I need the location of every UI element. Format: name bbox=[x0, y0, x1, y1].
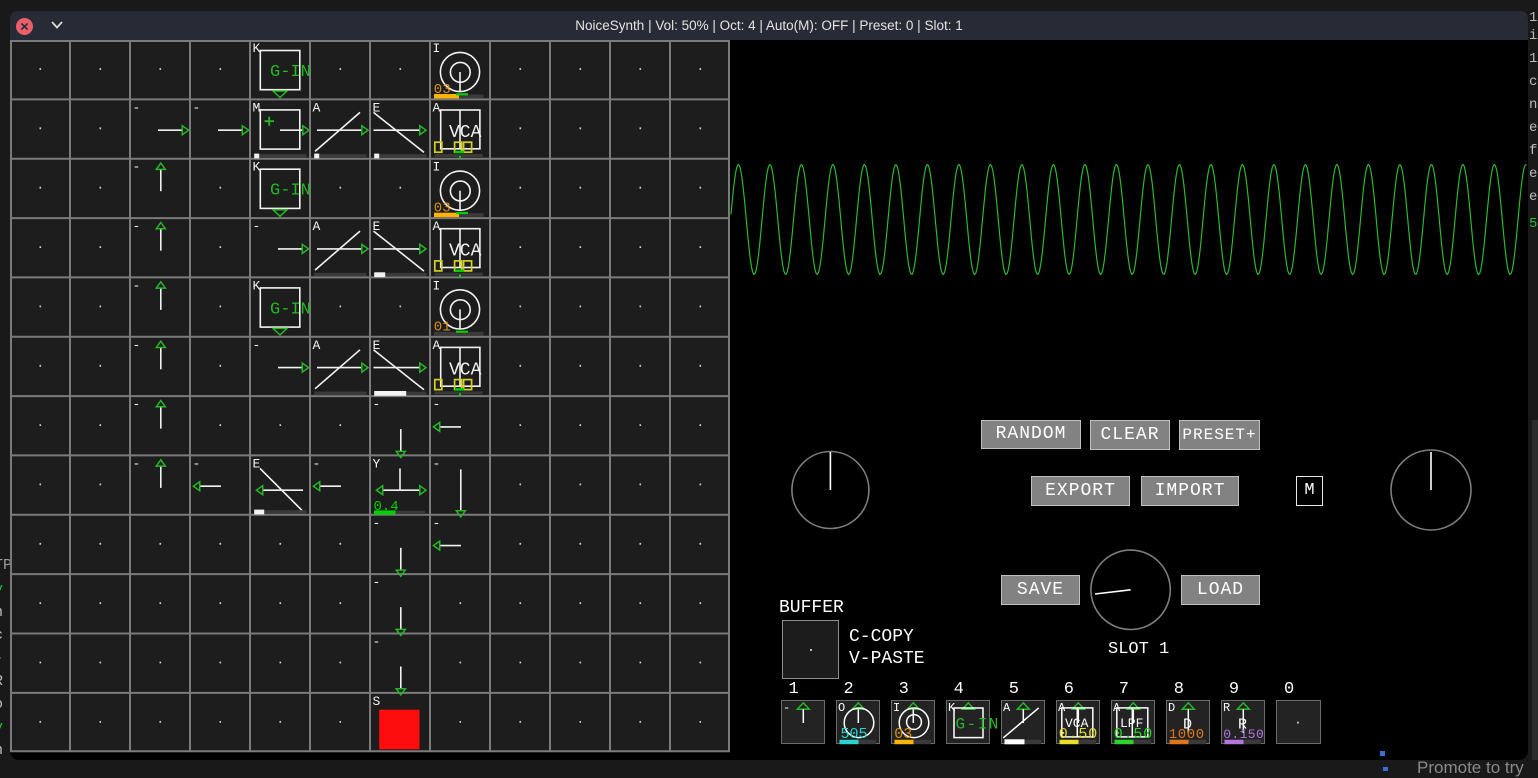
svg-text:R: R bbox=[1223, 701, 1230, 715]
svg-text:O: O bbox=[838, 701, 845, 715]
svg-text:A: A bbox=[1003, 701, 1011, 715]
svg-text:D: D bbox=[1168, 701, 1175, 715]
svg-text:0.150: 0.150 bbox=[1223, 727, 1264, 742]
svg-text:-: - bbox=[783, 701, 790, 715]
svg-text:I: I bbox=[893, 701, 900, 715]
svg-text:G-IN: G-IN bbox=[955, 715, 999, 733]
